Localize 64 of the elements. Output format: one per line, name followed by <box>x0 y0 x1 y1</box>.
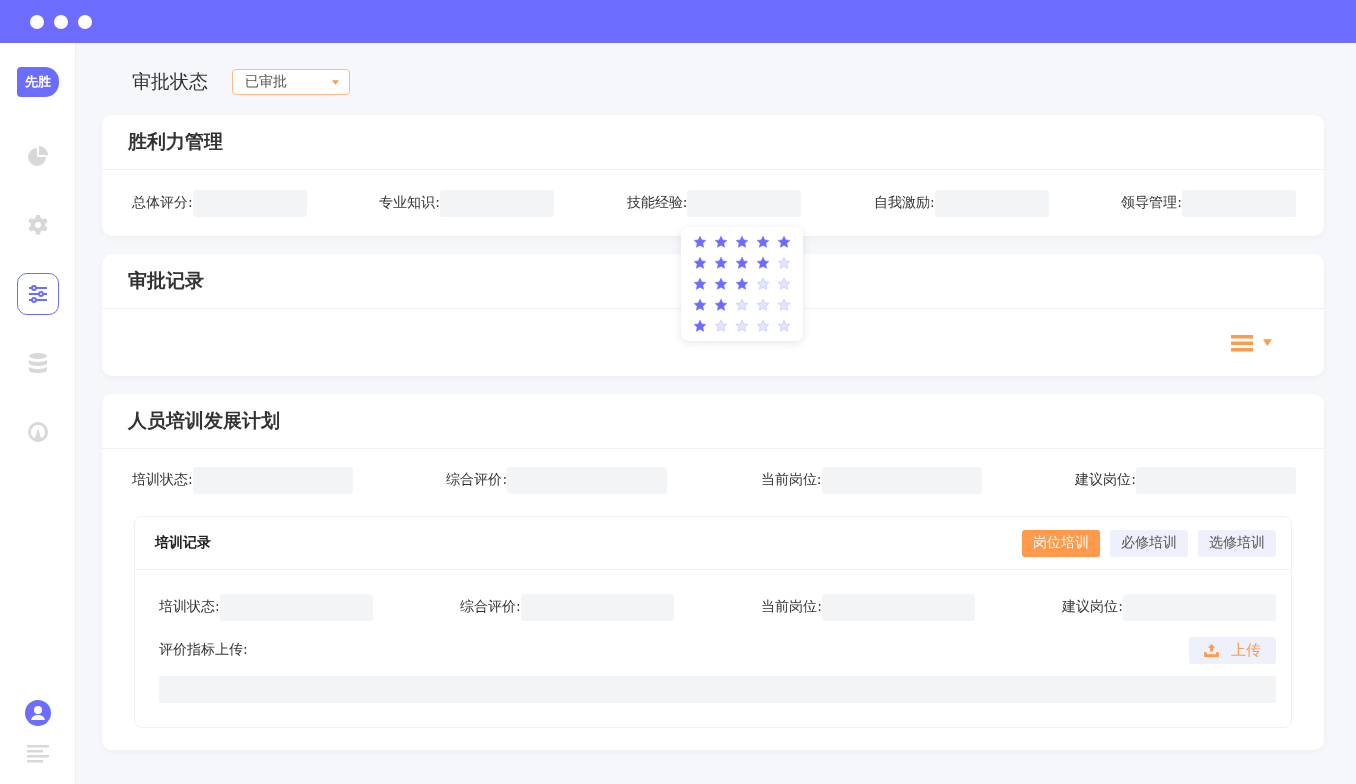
filled-star-icon <box>735 234 750 249</box>
window-dot[interactable] <box>54 14 68 29</box>
sliders-icon[interactable] <box>16 273 59 315</box>
filled-star-icon <box>693 276 708 291</box>
empty-star-icon <box>777 297 792 312</box>
empty-star-icon <box>756 276 771 291</box>
panel-title: 培训记录 <box>155 534 211 552</box>
rating-option[interactable] <box>693 255 792 270</box>
logo: 先胜 <box>16 67 59 97</box>
filled-star-icon <box>693 234 708 249</box>
user-avatar-icon[interactable] <box>24 700 51 726</box>
field-label: 技能经验: <box>626 194 688 212</box>
filled-star-icon <box>714 255 729 270</box>
rating-option[interactable] <box>693 318 792 333</box>
section-title: 胜利力管理 <box>128 129 223 154</box>
field-label: 专业知识: <box>379 194 441 212</box>
empty-star-icon <box>756 297 771 312</box>
empty-star-icon <box>735 297 750 312</box>
field-label: 当前岗位: <box>760 471 822 489</box>
empty-star-icon <box>735 318 750 333</box>
field-label: 培训状态: <box>159 598 220 616</box>
caret-icon <box>332 79 339 85</box>
field-label: 自我激励: <box>873 194 935 212</box>
empty-star-icon <box>777 276 792 291</box>
window-dot[interactable] <box>30 14 44 29</box>
approval-status-dropdown[interactable]: 已审批 <box>232 69 350 95</box>
empty-star-icon <box>777 255 792 270</box>
filled-star-icon <box>756 255 771 270</box>
field-label: 领导管理: <box>1121 194 1182 212</box>
tab[interactable]: 必修培训 <box>1110 529 1188 557</box>
caret-icon <box>1263 339 1272 346</box>
filled-star-icon <box>714 297 729 312</box>
filled-star-icon <box>777 234 792 249</box>
filled-star-icon <box>735 255 750 270</box>
field-label: 建议岗位: <box>1062 598 1123 616</box>
filled-star-icon <box>693 255 708 270</box>
list-view-dropdown[interactable] <box>1231 333 1272 352</box>
field-label: 建议岗位: <box>1075 471 1136 489</box>
upload-icon <box>1204 643 1219 657</box>
empty-star-icon <box>756 318 771 333</box>
approval-status-label: 审批状态 <box>132 69 208 94</box>
filled-star-icon <box>756 234 771 249</box>
filled-star-icon <box>735 276 750 291</box>
field-label: 综合评价: <box>460 598 521 616</box>
section-title: 人员培训发展计划 <box>128 408 280 433</box>
field-label: 当前岗位: <box>761 598 822 616</box>
tab[interactable]: 选修培训 <box>1198 529 1276 557</box>
filled-star-icon <box>714 234 729 249</box>
section-title: 审批记录 <box>128 268 204 293</box>
rating-option[interactable] <box>693 297 792 312</box>
menu-icon[interactable] <box>26 744 49 764</box>
field-label: 综合评价: <box>446 471 508 489</box>
filled-star-icon <box>693 318 708 333</box>
list-icon <box>1231 333 1253 352</box>
empty-star-icon <box>777 318 792 333</box>
empty-star-icon <box>714 318 729 333</box>
rating-option[interactable] <box>693 276 792 291</box>
rating-option[interactable] <box>693 234 792 249</box>
filled-star-icon <box>693 297 708 312</box>
window-dot[interactable] <box>78 14 92 29</box>
field-label: 评价指标上传: <box>159 641 248 659</box>
field-label: 总体评分: <box>132 194 193 212</box>
filled-star-icon <box>714 276 729 291</box>
field-label: 培训状态: <box>132 471 193 489</box>
